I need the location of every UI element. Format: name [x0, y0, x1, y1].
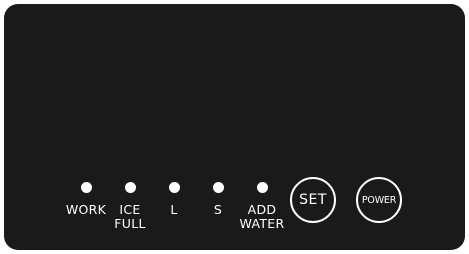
- indicator-work: WORK: [64, 182, 108, 217]
- indicator-add-water: ADD WATER: [240, 182, 284, 231]
- l-led-icon: [168, 182, 180, 193]
- ice-full-led-icon: [124, 182, 136, 193]
- s-led-icon: [212, 182, 224, 193]
- control-panel: WORK ICE FULL L S ADD WATER SET POWER: [4, 4, 465, 250]
- indicator-ice-full: ICE FULL: [108, 182, 152, 231]
- power-button[interactable]: POWER: [356, 177, 402, 223]
- l-label: L: [170, 202, 178, 217]
- set-button[interactable]: SET: [290, 177, 336, 223]
- add-water-label: ADD WATER: [239, 202, 285, 231]
- s-label: S: [213, 202, 223, 217]
- ice-full-label: ICE FULL: [114, 202, 146, 231]
- work-label: WORK: [65, 202, 107, 217]
- indicator-l: L: [152, 182, 196, 217]
- work-led-icon: [80, 182, 92, 193]
- indicator-s: S: [196, 182, 240, 217]
- add-water-led-icon: [256, 182, 268, 193]
